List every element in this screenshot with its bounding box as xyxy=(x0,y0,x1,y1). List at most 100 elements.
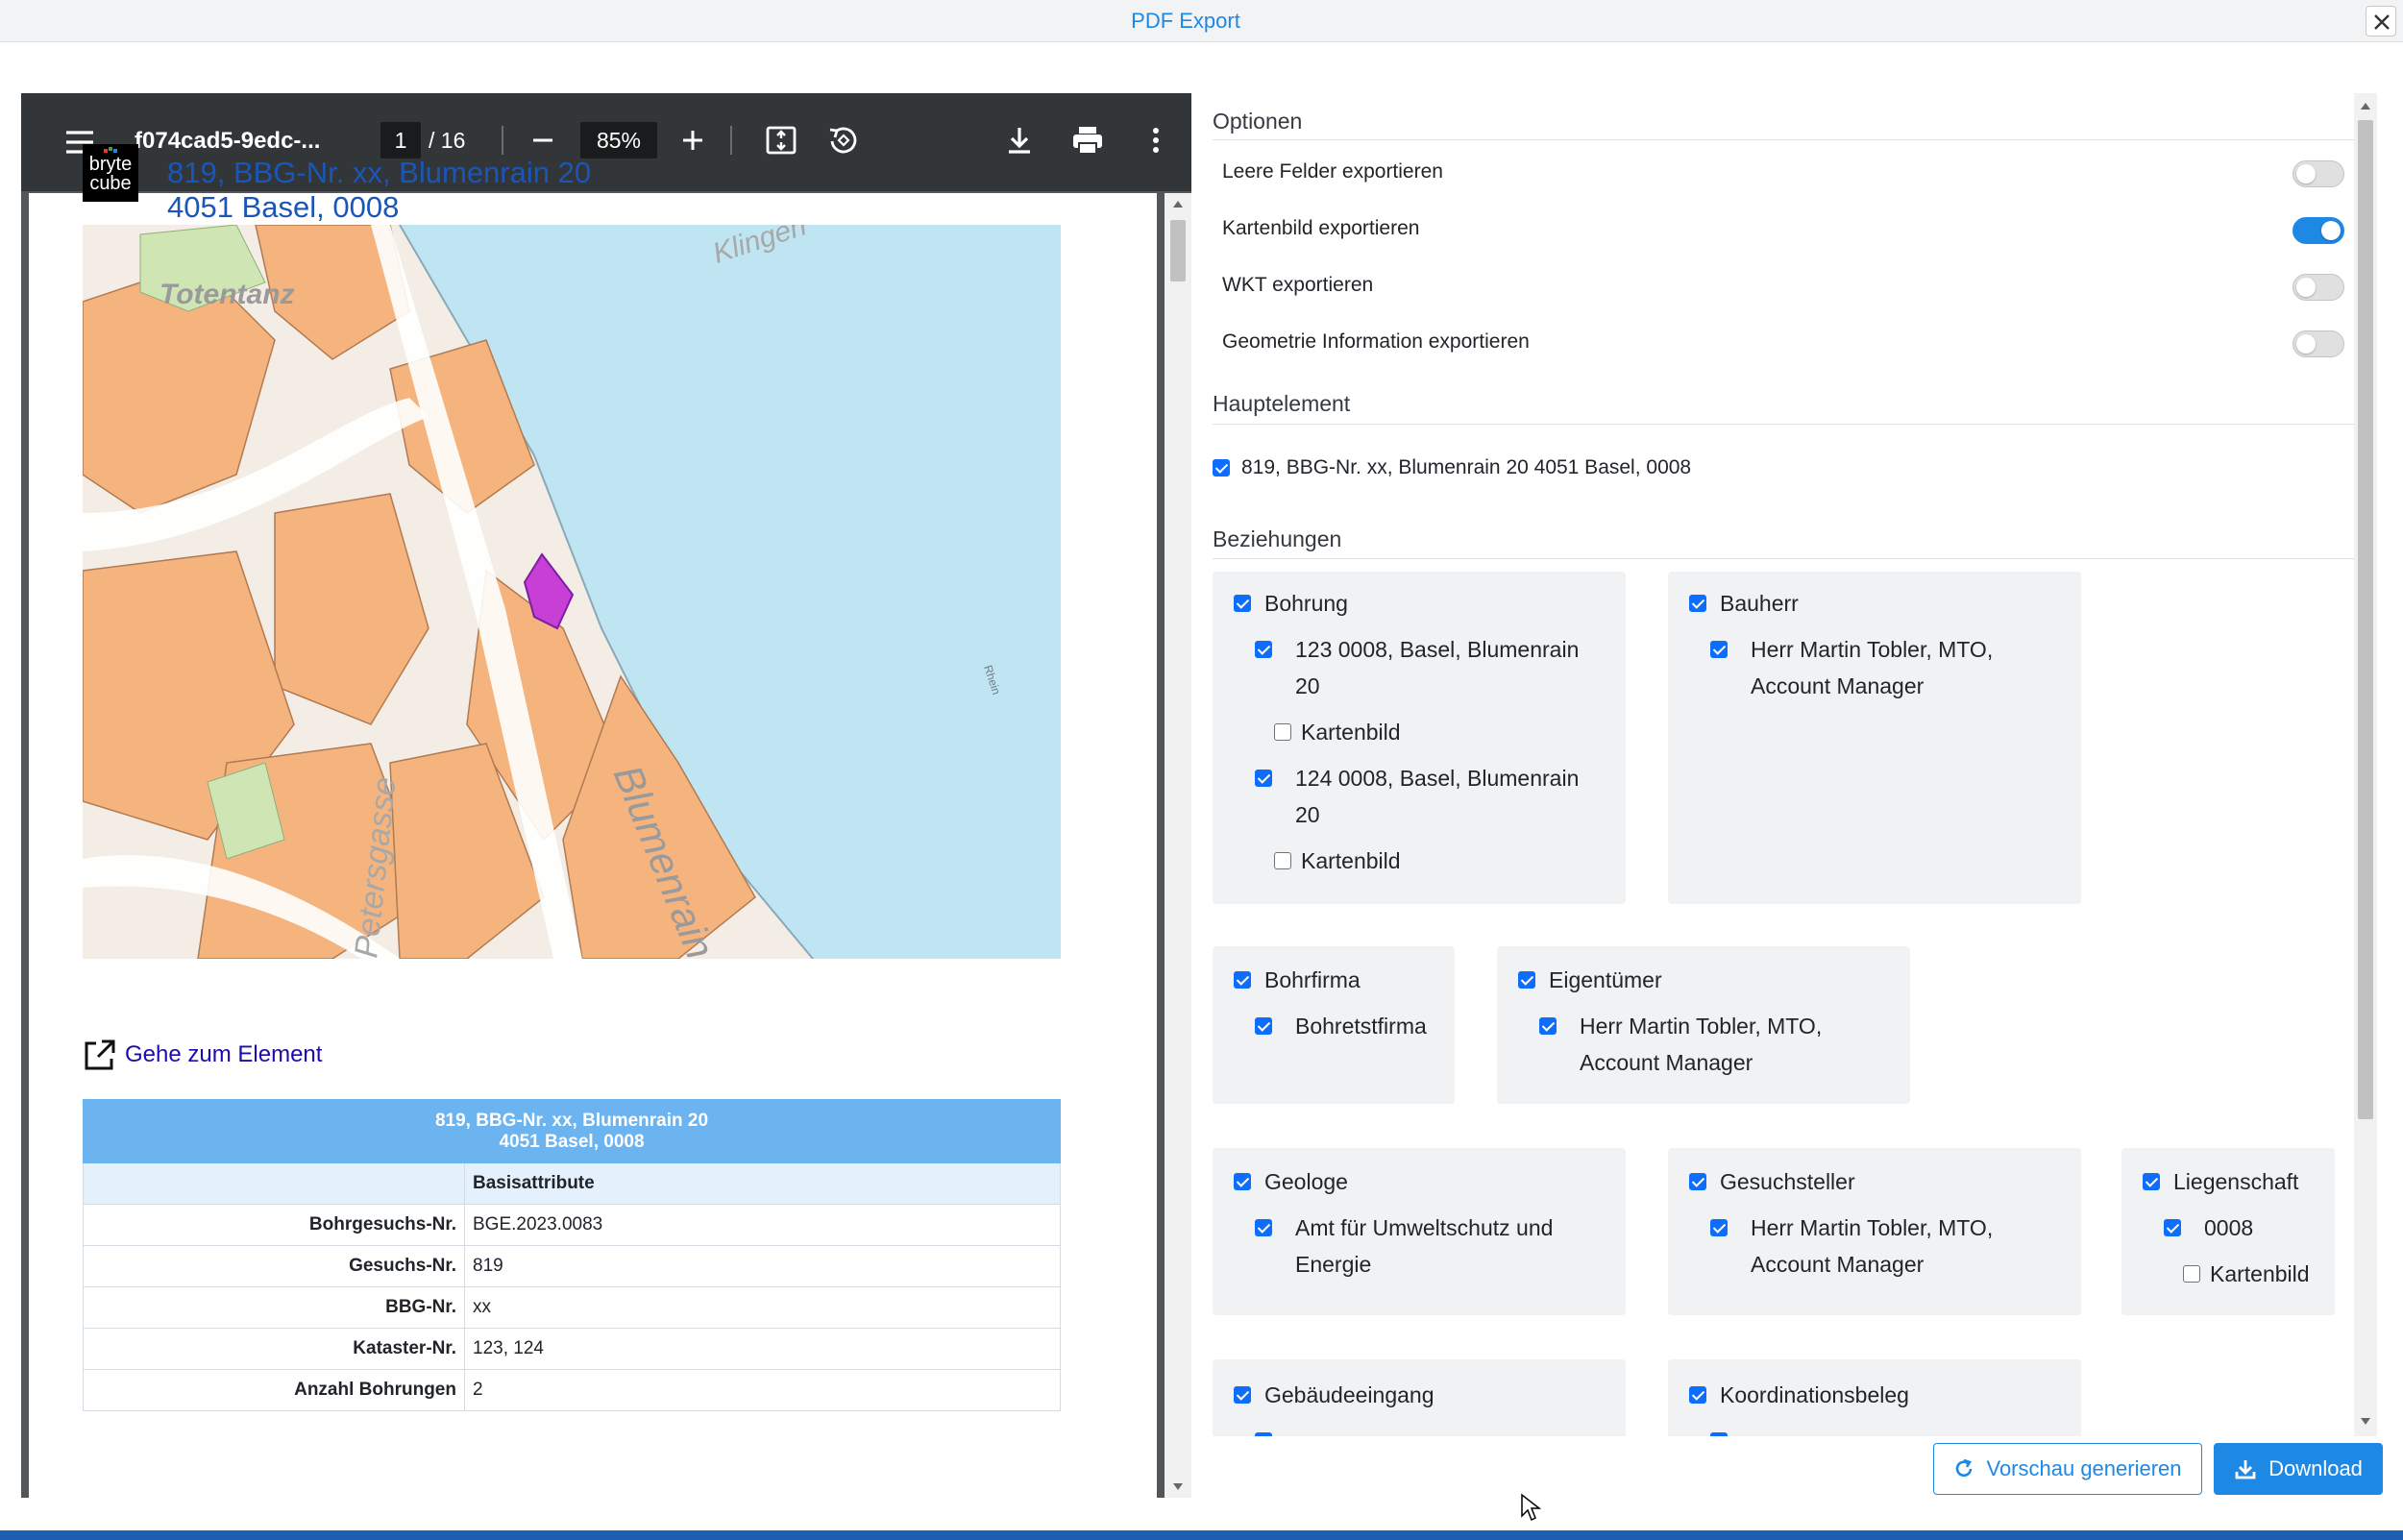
geologe-item-checkbox[interactable] xyxy=(1255,1219,1272,1236)
logo-text-top: bryte xyxy=(88,154,133,175)
gebaeudeeingang-item-checkbox[interactable] xyxy=(1255,1432,1272,1436)
toggle-label: Geometrie Information exportieren xyxy=(1222,330,1530,353)
bohrfirma-checkbox[interactable] xyxy=(1234,971,1251,989)
toggle-wkt[interactable] xyxy=(2293,274,2344,301)
more-options-icon[interactable] xyxy=(1140,124,1172,157)
goto-element-link[interactable]: Gehe zum Element xyxy=(125,1041,322,1068)
print-icon[interactable] xyxy=(1070,124,1105,157)
dialog-header: PDF Export xyxy=(0,0,2403,42)
bauherr-title: Bauherr xyxy=(1720,591,1799,616)
zoom-in-icon[interactable] xyxy=(678,126,707,155)
mouse-cursor-icon xyxy=(1521,1493,1541,1522)
table-row: Kataster-Nr. 123, 124 xyxy=(83,1328,1061,1370)
options-scrollbar[interactable] xyxy=(2354,93,2377,1436)
koordinationsbeleg-checkbox[interactable] xyxy=(1689,1386,1706,1404)
toolbar-divider xyxy=(502,126,503,155)
dialog-title: PDF Export xyxy=(1131,9,1240,33)
eigentuemer-checkbox[interactable] xyxy=(1518,971,1535,989)
bauherr-item-label: Account Manager xyxy=(1751,673,1925,698)
toggle-label: Leere Felder exportieren xyxy=(1222,160,1443,183)
row-label: BBG-Nr. xyxy=(83,1286,465,1329)
download-button[interactable]: Download xyxy=(2214,1443,2383,1495)
kartenbild-checkbox[interactable] xyxy=(2183,1265,2200,1283)
scroll-up-icon[interactable] xyxy=(1172,199,1184,208)
bohrfirma-item-checkbox[interactable] xyxy=(1255,1017,1272,1035)
page-total: / 16 xyxy=(429,128,466,153)
toggle-row-empty-fields: Leere Felder exportieren xyxy=(1222,157,2356,191)
relation-card-koordinationsbeleg: Koordinationsbeleg xyxy=(1668,1359,2081,1436)
gebaeudeeingang-checkbox[interactable] xyxy=(1234,1386,1251,1404)
gesuchsteller-checkbox[interactable] xyxy=(1689,1173,1706,1190)
toggle-row-map-image: Kartenbild exportieren xyxy=(1222,213,2356,248)
kartenbild-checkbox[interactable] xyxy=(1274,852,1291,869)
document-title-line1: 819, BBG-Nr. xx, Blumenrain 20 xyxy=(167,156,592,189)
download-icon[interactable] xyxy=(1003,124,1036,157)
geologe-checkbox[interactable] xyxy=(1234,1173,1251,1190)
bohrung-item-checkbox[interactable] xyxy=(1255,641,1272,658)
rotate-icon[interactable] xyxy=(826,124,859,157)
page-number-input[interactable] xyxy=(380,122,421,159)
fit-page-icon[interactable] xyxy=(765,124,797,157)
gesuchsteller-title: Gesuchsteller xyxy=(1720,1169,1855,1194)
row-value: BGE.2023.0083 xyxy=(464,1204,1061,1246)
close-button[interactable] xyxy=(2366,6,2396,37)
relation-card-bohrung: Bohrung 123 0008, Basel, Blumenrain 20 K… xyxy=(1213,572,1626,904)
zoom-out-icon[interactable] xyxy=(528,126,557,155)
bauherr-checkbox[interactable] xyxy=(1689,595,1706,612)
bohrung-title: Bohrung xyxy=(1264,591,1348,616)
eigentuemer-title: Eigentümer xyxy=(1549,967,1662,992)
options-scrollbar-thumb[interactable] xyxy=(2358,120,2373,1119)
toolbar-divider xyxy=(730,126,732,155)
scroll-down-icon[interactable] xyxy=(1172,1482,1184,1492)
row-label: Bohrgesuchs-Nr. xyxy=(83,1204,465,1246)
relation-card-bauherr: Bauherr Herr Martin Tobler, MTO, Account… xyxy=(1668,572,2081,904)
toggle-geometry-info[interactable] xyxy=(2293,330,2344,357)
document-title-line2: 4051 Basel, 0008 xyxy=(167,190,400,224)
zoom-level[interactable]: 85% xyxy=(580,122,657,159)
scroll-up-icon[interactable] xyxy=(2360,101,2371,110)
liegenschaft-item-checkbox[interactable] xyxy=(2164,1219,2181,1236)
eigentuemer-item-checkbox[interactable] xyxy=(1539,1017,1557,1035)
liegenschaft-checkbox[interactable] xyxy=(2143,1173,2160,1190)
row-label: Kataster-Nr. xyxy=(83,1328,465,1370)
options-scroll-area: Optionen Leere Felder exportieren Karten… xyxy=(1213,93,2366,1436)
row-value: 819 xyxy=(464,1245,1061,1287)
toggle-empty-fields[interactable] xyxy=(2293,160,2344,187)
bohrung-item-checkbox[interactable] xyxy=(1255,770,1272,787)
generate-preview-label: Vorschau generieren xyxy=(1986,1456,2182,1480)
toggle-map-image[interactable] xyxy=(2293,217,2344,244)
table-row: BBG-Nr. xx xyxy=(83,1286,1061,1329)
bauherr-item-checkbox[interactable] xyxy=(1710,641,1728,658)
table-subheader: Basisattribute xyxy=(464,1162,1061,1205)
kartenbild-checkbox[interactable] xyxy=(1274,723,1291,741)
window-bottom-bar xyxy=(0,1530,2403,1540)
toggle-label: WKT exportieren xyxy=(1222,274,1374,296)
eigentuemer-item-label: Account Manager xyxy=(1580,1050,1753,1075)
relation-card-gesuchsteller: Gesuchsteller Herr Martin Tobler, MTO, A… xyxy=(1668,1148,2081,1315)
geologe-title: Geologe xyxy=(1264,1169,1348,1194)
relation-card-bohrfirma: Bohrfirma Bohretstfirma xyxy=(1213,946,1455,1104)
bohrung-checkbox[interactable] xyxy=(1234,595,1251,612)
eigentuemer-item-label: Herr Martin Tobler, MTO, xyxy=(1580,1014,1823,1039)
relation-card-eigentuemer: Eigentümer Herr Martin Tobler, MTO, Acco… xyxy=(1497,946,1910,1104)
external-link-icon[interactable] xyxy=(83,1038,115,1072)
section-divider xyxy=(1213,558,2354,559)
bohrung-item-label: 124 0008, Basel, Blumenrain xyxy=(1295,766,1580,791)
toggle-row-wkt: WKT exportieren xyxy=(1222,270,2356,305)
table-row: Bohrgesuchs-Nr. BGE.2023.0083 xyxy=(83,1204,1061,1246)
bohrung-item-label: 20 xyxy=(1295,802,1320,827)
main-element-checkbox[interactable] xyxy=(1213,459,1230,477)
gesuchsteller-item-label: Account Manager xyxy=(1751,1252,1925,1277)
close-icon xyxy=(2374,14,2390,30)
gesuchsteller-item-checkbox[interactable] xyxy=(1710,1219,1728,1236)
pdf-scrollbar[interactable] xyxy=(1165,193,1191,1498)
kartenbild-label: Kartenbild xyxy=(1301,848,1401,873)
pdf-scrollbar-thumb[interactable] xyxy=(1170,220,1186,281)
koordinationsbeleg-item-checkbox[interactable] xyxy=(1710,1432,1728,1436)
scroll-down-icon[interactable] xyxy=(2360,1417,2371,1427)
logo-text-bottom: cube xyxy=(89,173,132,194)
attribute-table: 819, BBG-Nr. xx, Blumenrain 20 4051 Base… xyxy=(83,1099,1061,1411)
gesuchsteller-item-label: Herr Martin Tobler, MTO, xyxy=(1751,1215,1994,1240)
generate-preview-button[interactable]: Vorschau generieren xyxy=(1933,1443,2202,1495)
bohrfirma-title: Bohrfirma xyxy=(1264,967,1361,992)
